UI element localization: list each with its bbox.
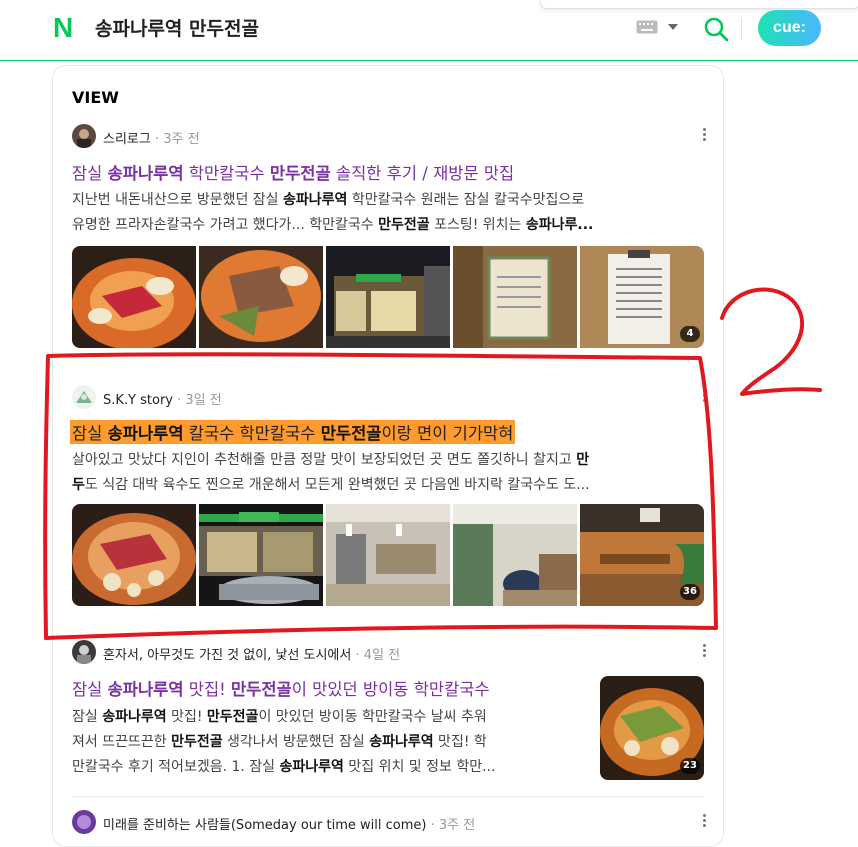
more-options-icon[interactable] [703,128,707,144]
search-query[interactable]: 송파나루역 만두전골 [95,14,259,41]
thumbnail-strip: 36 [72,504,704,606]
author-row: 혼자서, 아무것도 가진 것 없이, 낯선 도시에서 · 4일 전 [72,640,707,664]
thumbnail-image[interactable]: 23 [600,676,704,780]
avatar[interactable] [72,385,96,409]
avatar[interactable] [72,640,96,664]
author-row: 미래를 준비하는 사람들(Someday our time will come)… [72,810,707,834]
post-divider [72,796,704,797]
thumbnail-image[interactable] [326,504,450,606]
avatar[interactable] [72,124,96,148]
thumbnail-image[interactable]: 36 [580,504,704,606]
post-snippet[interactable]: 지난번 내돈내산으로 방문했던 잠실 송파나루역 학만칼국수 원래는 잠실 칼국… [72,188,704,238]
post-title-link[interactable]: 잠실 송파나루역 칼국수 학만칼국수 만두전골이랑 면이 기가막혀 [70,420,516,444]
keyboard-icon[interactable] [636,20,658,34]
thumbnail-image[interactable]: 4 [580,246,704,348]
post-title-link[interactable]: 잠실 송파나루역 맛집! 만두전골이 맛있던 방이동 학만칼국수 [72,676,490,700]
search-icon[interactable] [703,16,729,42]
more-options-icon[interactable] [703,644,707,660]
image-count-badge: 23 [680,758,700,774]
post-time: · 3주 전 [154,132,200,147]
section-title: VIEW [72,88,119,107]
avatar[interactable] [72,810,96,834]
author-name[interactable]: 혼자서, 아무것도 가진 것 없이, 낯선 도시에서 [103,648,351,663]
author-row: S.K.Y story · 3일 전 [72,385,707,409]
thumbnail-strip: 4 [72,246,704,348]
annotation-number-two [720,287,822,396]
thumbnail-image[interactable] [453,504,577,606]
post-snippet[interactable]: 살아있고 맛났다 지인이 추천해줄 만큼 정말 맛이 보장되었던 곳 면도 쫄깃… [72,448,704,498]
thumbnail-image[interactable] [199,246,323,348]
dropdown-icon[interactable] [668,24,678,30]
post-time: · 3일 전 [177,393,222,408]
dropdown-popup-edge [540,0,858,9]
more-options-icon[interactable] [703,814,707,830]
thumbnail-image[interactable] [199,504,323,606]
image-count-badge: 36 [680,584,700,600]
post-snippet[interactable]: 잠실 송파나루역 맛집! 만두전골이 맛있던 방이동 학만칼국수 날씨 추워 져… [72,705,582,780]
author-name[interactable]: 스리로그 [103,132,151,147]
thumbnail-image[interactable] [453,246,577,348]
author-name[interactable]: S.K.Y story [103,393,173,408]
header-divider [741,18,742,40]
naver-logo[interactable]: N [53,14,78,42]
thumbnail-image[interactable] [326,246,450,348]
post-title-link[interactable]: 잠실 송파나루역 학만칼국수 만두전골 솔직한 후기 / 재방문 맛집 [72,160,514,184]
post-time: · 4일 전 [355,648,401,663]
thumbnail-image[interactable] [72,246,196,348]
search-header: N 송파나루역 만두전골 cue: [0,0,858,61]
author-row: 스리로그 · 3주 전 [72,124,707,148]
thumbnail-image[interactable] [72,504,196,606]
image-count-badge: 4 [680,326,700,342]
more-options-icon[interactable] [703,389,707,405]
cue-button[interactable]: cue: [758,10,821,46]
